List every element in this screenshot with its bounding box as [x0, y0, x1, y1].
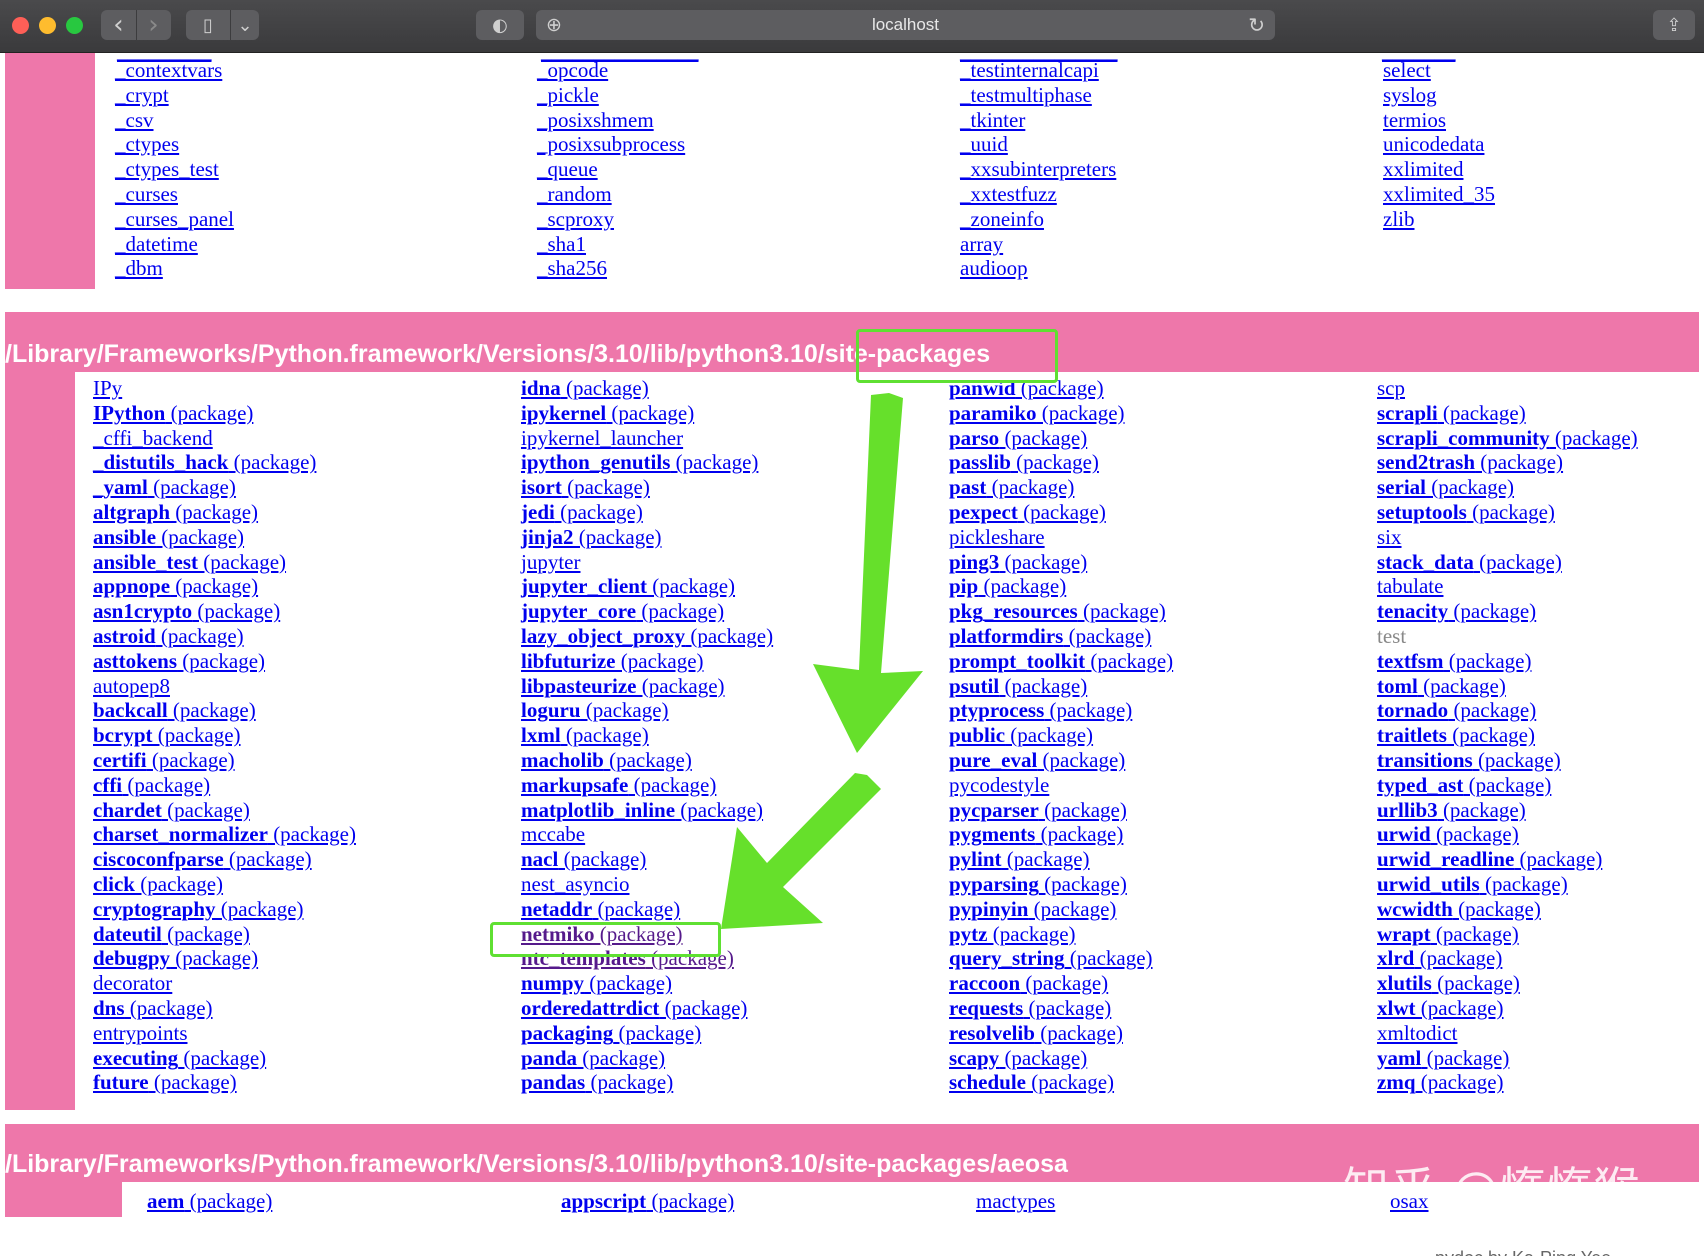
zoom-window-button[interactable]	[66, 17, 83, 34]
package-suffix: (package)	[184, 1189, 273, 1213]
back-icon[interactable]: ‹	[102, 10, 136, 40]
sidebar-icon: ▯	[203, 14, 213, 36]
footer-text: pydoc by Ka-Ping Yee	[1435, 1248, 1611, 1256]
sidebar-toggle[interactable]: ▯ ⌄	[186, 10, 259, 40]
nav-buttons: ‹ ›	[101, 10, 171, 40]
down-arrow	[813, 393, 923, 753]
watermark: 知乎 @惰惰猴	[1343, 1162, 1641, 1216]
package-link[interactable]: appscript (package)	[561, 1189, 734, 1214]
reload-icon[interactable]: ↻	[1248, 13, 1265, 38]
module-link[interactable]: osax	[1390, 1189, 1429, 1214]
module-name: mactypes	[976, 1189, 1056, 1213]
new-tab-icon[interactable]: ⊕	[546, 14, 562, 37]
package-link[interactable]: aem (package)	[147, 1189, 272, 1214]
down-left-arrow	[721, 773, 881, 929]
close-window-button[interactable]	[12, 17, 29, 34]
module-name: osax	[1390, 1189, 1429, 1213]
pydoc-page: _________ _______________ ______________…	[5, 53, 1699, 1256]
aeosa-heading: /Library/Frameworks/Python.framework/Ver…	[5, 1150, 1068, 1178]
forward-icon[interactable]: ›	[137, 10, 171, 40]
privacy-button[interactable]: ◐	[476, 10, 524, 40]
package-name: aem	[147, 1189, 185, 1213]
module-link[interactable]: mactypes	[976, 1189, 1055, 1214]
section-margin	[5, 1182, 122, 1217]
share-icon: ⇪	[1666, 14, 1682, 36]
shield-icon: ◐	[492, 14, 508, 36]
chevron-down-icon[interactable]: ⌄	[231, 15, 259, 36]
package-suffix: (package)	[646, 1189, 735, 1213]
share-button[interactable]: ⇪	[1653, 10, 1695, 40]
annotation-arrows	[721, 393, 923, 929]
address-bar[interactable]: ⊕ localhost ↻	[536, 10, 1275, 40]
minimize-window-button[interactable]	[39, 17, 56, 34]
url-text: localhost	[871, 15, 940, 34]
package-name: appscript	[561, 1189, 647, 1213]
browser-toolbar: ‹ › ▯ ⌄ ◐ ⊕ localhost ↻ ⇪	[0, 0, 1704, 53]
